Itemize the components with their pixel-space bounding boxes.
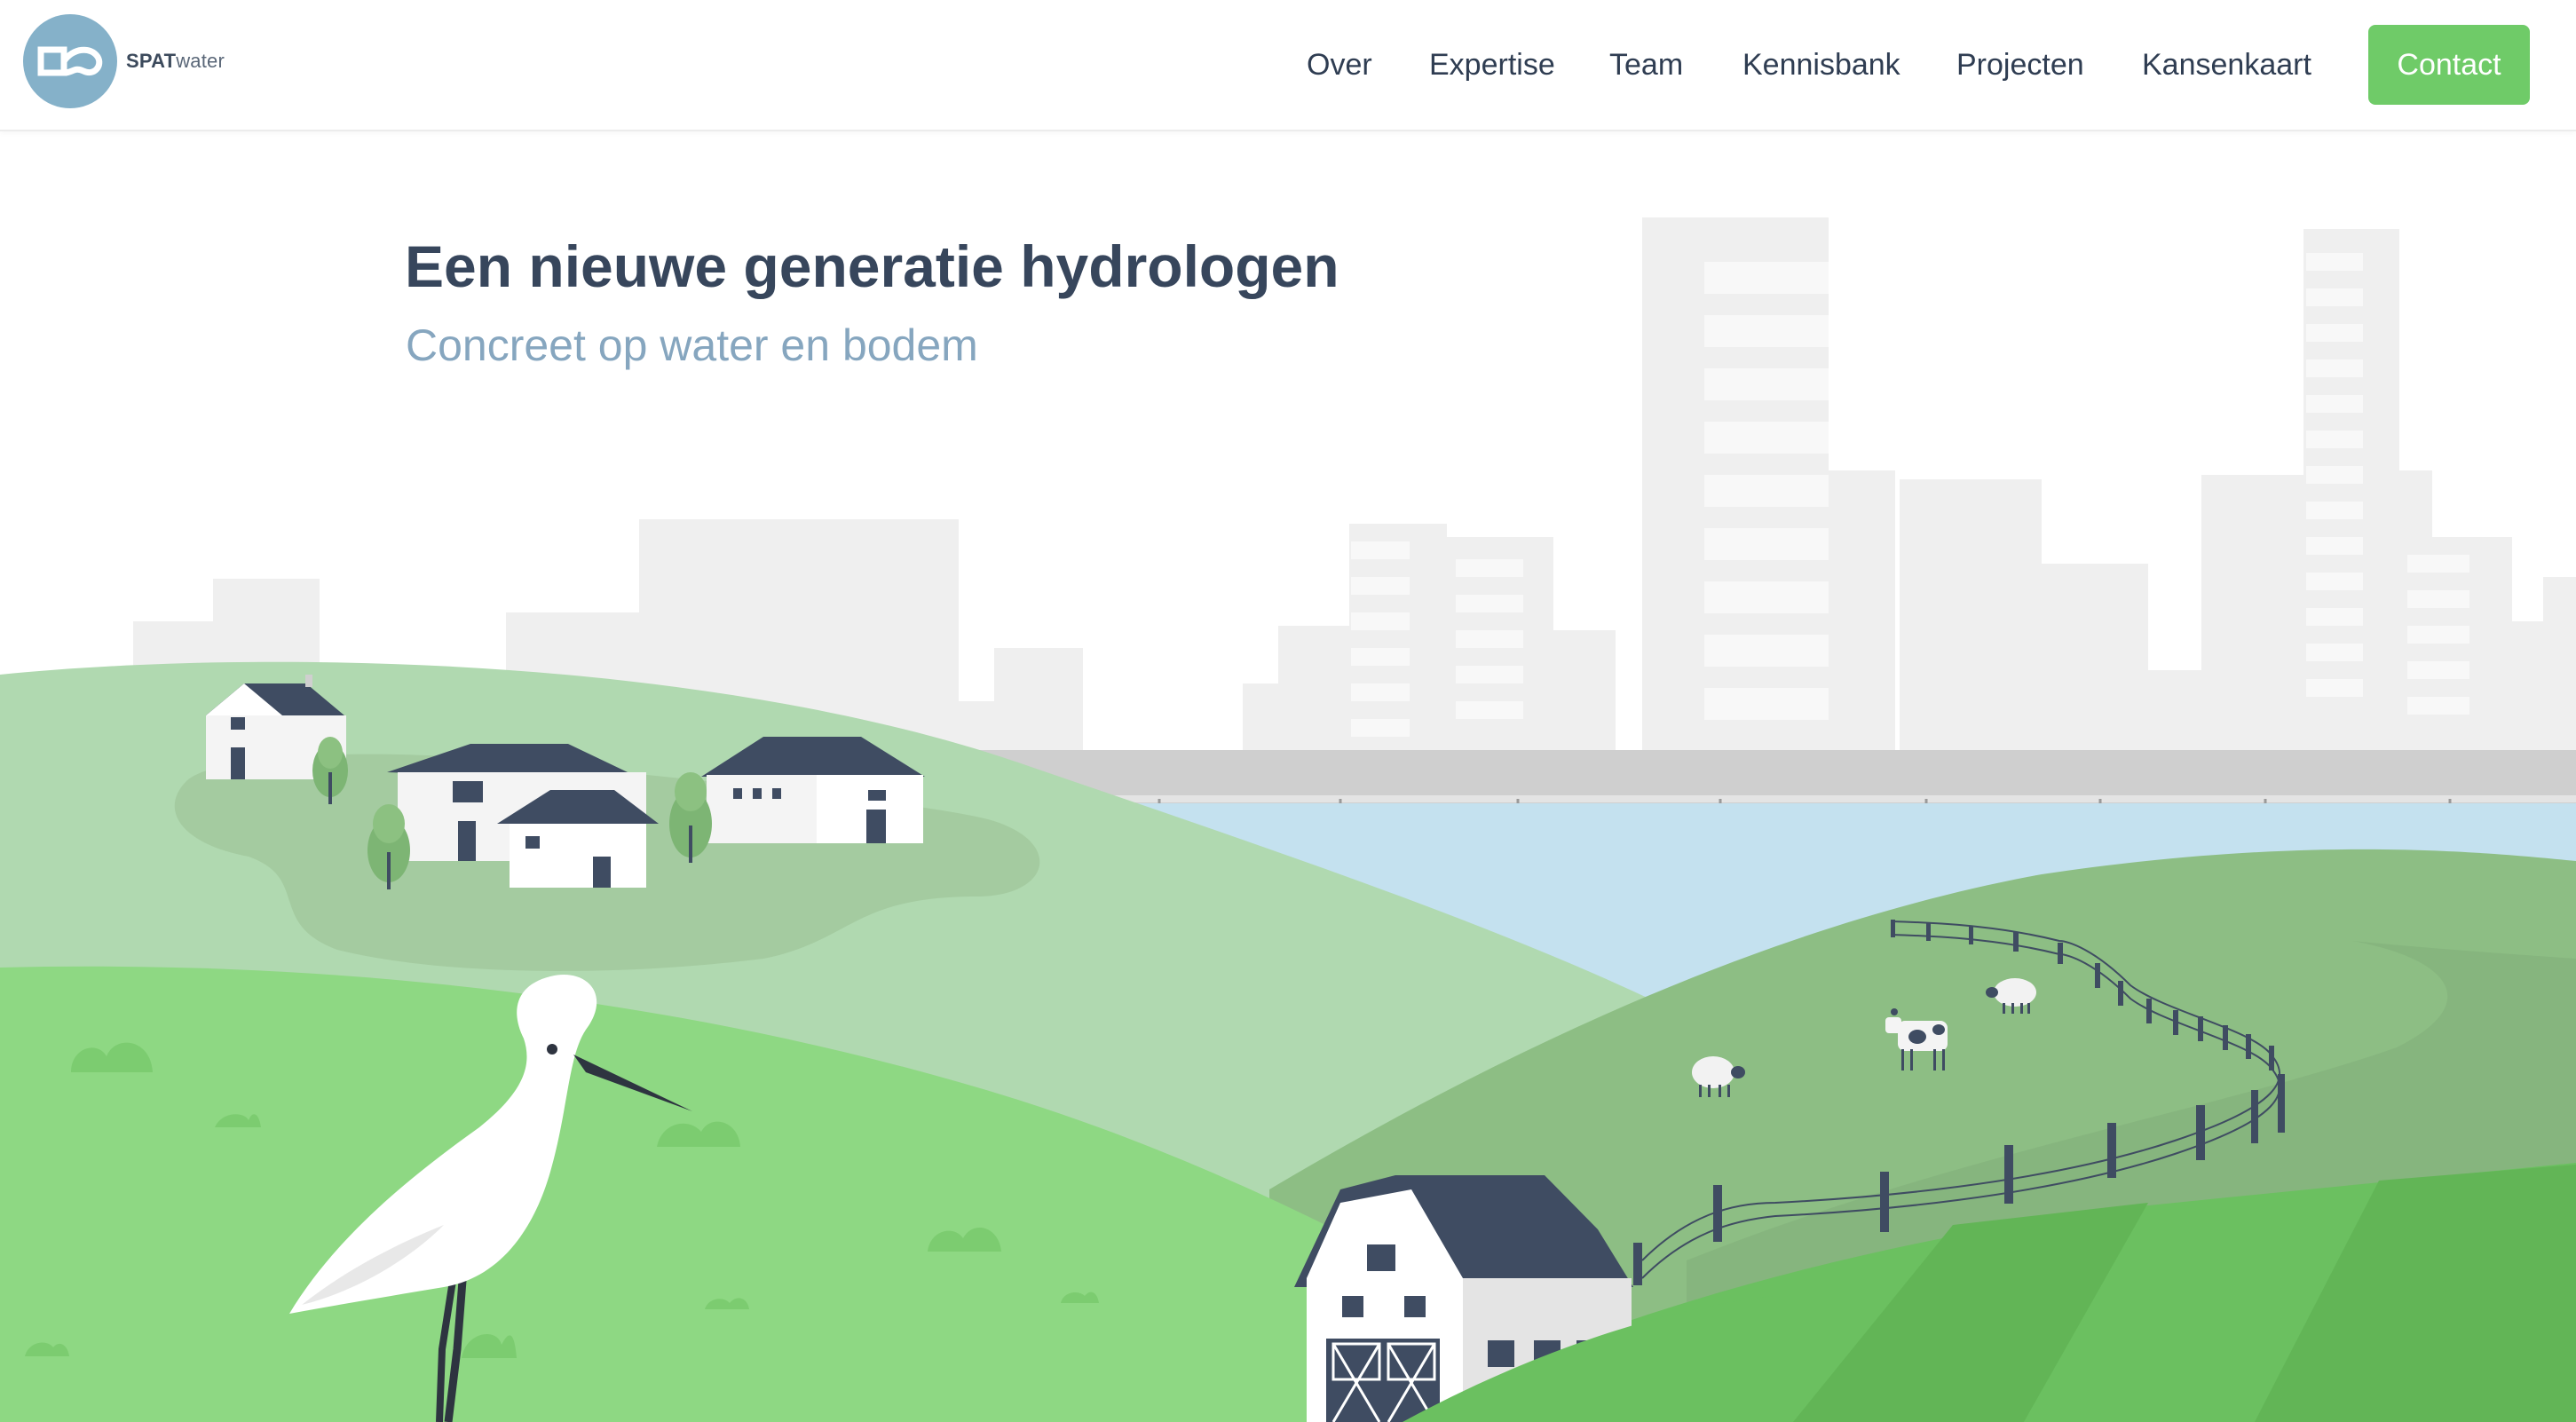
- hero-subtitle: Concreet op water en bodem: [406, 320, 978, 370]
- brand-name-bold: SPAT: [126, 50, 177, 72]
- landscape-illustration: [0, 217, 2576, 1422]
- nav-team[interactable]: Team: [1609, 44, 1683, 85]
- brand-name-light: water: [176, 50, 225, 72]
- hero-title: Een nieuwe generatie hydrologen: [405, 233, 1339, 299]
- nav-expertise[interactable]: Expertise: [1429, 44, 1555, 85]
- site-header: SPATwater Over Expertise Team Kennisbank…: [0, 0, 2576, 131]
- contact-button[interactable]: Contact: [2368, 25, 2530, 105]
- nav-over[interactable]: Over: [1307, 44, 1372, 85]
- nav-kansenkaart[interactable]: Kansenkaart: [2142, 44, 2311, 85]
- nav-kennisbank[interactable]: Kennisbank: [1742, 44, 1900, 85]
- nav-projecten[interactable]: Projecten: [1956, 44, 2084, 85]
- spatwater-logo-icon[interactable]: [23, 14, 117, 108]
- brand-name[interactable]: SPATwater: [126, 50, 225, 73]
